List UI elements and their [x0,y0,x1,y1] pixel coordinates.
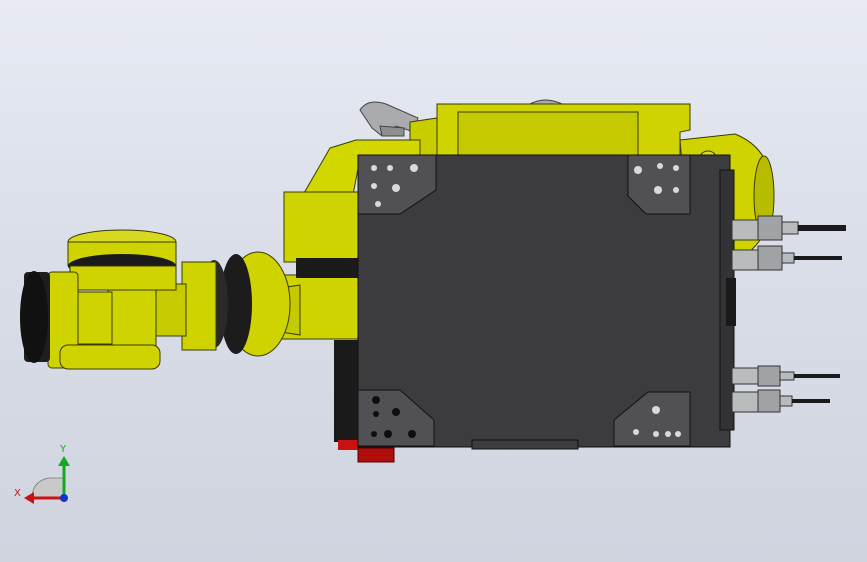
axis-triad: Y X [14,444,70,504]
cable-connector-4[interactable] [731,389,830,413]
cad-viewport[interactable]: Y X [0,0,867,562]
y-axis-arrow [58,456,70,466]
corner-bracket-top-right [627,154,691,215]
y-axis-label: Y [59,444,67,455]
end-effector[interactable] [20,229,177,370]
cable-connector-2[interactable] [731,245,842,271]
cable-connector-1[interactable] [731,215,846,241]
robot-model[interactable] [0,0,867,562]
x-axis-label: X [14,488,21,499]
z-axis-point [60,494,68,502]
x-axis-arrow [24,492,34,504]
cable-connector-3[interactable] [731,365,840,387]
